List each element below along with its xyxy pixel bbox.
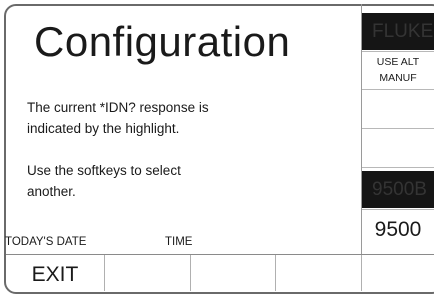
bottom-softkey-5[interactable]: [362, 255, 434, 291]
bottom-softkey-3[interactable]: [191, 255, 275, 291]
softkey-9500[interactable]: 9500: [362, 209, 434, 251]
time-label: TIME: [165, 236, 193, 248]
exit-softkey[interactable]: EXIT: [6, 255, 104, 291]
softkey-fluke-label: FLUKE: [372, 21, 434, 42]
softkey-hint-text: Use the softkeys to select another.: [27, 160, 181, 202]
bottom-softkey-4[interactable]: [276, 255, 361, 291]
softkey-fluke[interactable]: FLUKE: [362, 13, 434, 50]
instruction-line-2: indicated by the highlight.: [27, 121, 180, 136]
softkey-9500b-label: 9500B: [372, 179, 427, 200]
softkey-manuf-label: MANUF: [379, 72, 417, 84]
instruction-line-1: The current *IDN? response is: [27, 100, 209, 115]
softkey-9500b[interactable]: 9500B: [362, 171, 434, 208]
softkey-9500-label: 9500: [374, 218, 422, 241]
todays-date-label: TODAY'S DATE: [5, 236, 87, 248]
softkey-blank-4[interactable]: [362, 129, 434, 167]
bottom-softkey-2[interactable]: [105, 255, 190, 291]
softkey-use-alt-label: USE ALT: [376, 56, 420, 68]
hint-line-1: Use the softkeys to select: [27, 163, 181, 178]
page-title: Configuration: [34, 18, 291, 65]
softkey-use-alt-manuf[interactable]: USE ALT MANUF: [362, 54, 434, 86]
exit-softkey-label: EXIT: [31, 263, 79, 286]
softkey-separator: [362, 51, 434, 52]
softkey-blank-3[interactable]: [362, 90, 434, 128]
hint-line-2: another.: [27, 184, 76, 199]
softkey-separator: [362, 167, 434, 168]
instruction-text: The current *IDN? response is indicated …: [27, 97, 209, 139]
